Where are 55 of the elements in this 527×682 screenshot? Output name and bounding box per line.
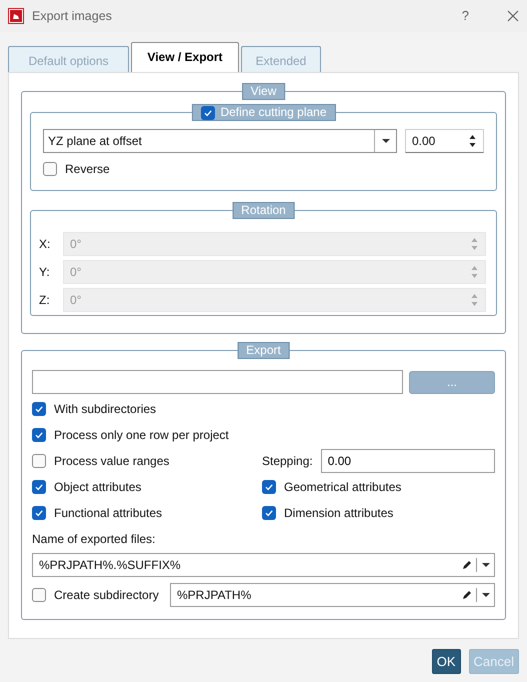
pencil-icon[interactable] xyxy=(462,590,472,600)
path-field[interactable] xyxy=(32,370,403,394)
group-legend: Export xyxy=(237,342,290,359)
checkmark-icon xyxy=(264,508,274,518)
filename-combobox[interactable]: %PRJPATH%.%SUFFIX% xyxy=(32,553,495,577)
axis-label: X: xyxy=(39,236,52,253)
checkbox[interactable] xyxy=(262,480,276,494)
axis-label: Y: xyxy=(39,264,51,281)
plane-dropdown[interactable]: YZ plane at offset xyxy=(43,129,397,153)
checkbox[interactable] xyxy=(32,506,46,520)
checkbox-label: Reverse xyxy=(65,161,110,178)
checkbox[interactable] xyxy=(32,428,46,442)
checkbox-label: Object attributes xyxy=(54,479,142,496)
checkbox-label: Geometrical attributes xyxy=(284,479,402,496)
help-button[interactable]: ? xyxy=(462,6,469,26)
window-title: Export images xyxy=(32,8,112,25)
dropdown-arrow-icon[interactable] xyxy=(480,562,490,568)
checkmark-icon xyxy=(34,508,44,518)
checkbox-label: Create subdirectory xyxy=(54,587,159,604)
pencil-icon[interactable] xyxy=(462,560,472,570)
checkmark-icon xyxy=(264,482,274,492)
checkmark-icon xyxy=(34,404,44,414)
app-icon xyxy=(8,8,24,24)
checkbox-label: Functional attributes xyxy=(54,505,162,522)
checkbox-label: Dimension attributes xyxy=(284,505,394,522)
axis-label: Z: xyxy=(39,292,51,309)
checkmark-icon xyxy=(34,482,44,492)
rotation-spinbox: 0° xyxy=(63,232,486,256)
checkbox[interactable] xyxy=(262,506,276,520)
checkbox[interactable] xyxy=(43,162,57,176)
checkmark-icon xyxy=(34,430,44,440)
rotation-spinbox: 0° xyxy=(63,260,486,284)
stepping-field[interactable]: 0.00 xyxy=(320,449,495,473)
checkbox-label: Process only one row per project xyxy=(54,427,229,444)
checkbox[interactable] xyxy=(32,454,46,468)
checkbox[interactable] xyxy=(32,402,46,416)
dropdown-arrow-icon[interactable] xyxy=(380,138,390,144)
checkbox[interactable] xyxy=(32,480,46,494)
checkbox[interactable] xyxy=(32,588,46,602)
field-label: Stepping: xyxy=(262,453,313,470)
subdirectory-combobox[interactable]: %PRJPATH% xyxy=(170,583,495,607)
group-legend: View xyxy=(242,83,286,100)
field-label: Name of exported files: xyxy=(32,531,156,548)
checkbox-label: Define cutting plane xyxy=(220,105,327,120)
ok-button[interactable]: OK xyxy=(432,649,461,674)
checkmark-icon xyxy=(202,108,212,118)
rotation-spinbox: 0° xyxy=(63,288,486,312)
dropdown-arrow-icon[interactable] xyxy=(480,592,490,598)
checkbox-label: Process value ranges xyxy=(54,453,170,470)
close-icon[interactable] xyxy=(507,10,519,22)
tab[interactable]: View / Export xyxy=(131,42,239,72)
checkbox[interactable] xyxy=(200,106,214,120)
group-legend: Rotation xyxy=(232,202,295,219)
checkbox-label: With subdirectories xyxy=(54,401,156,418)
offset-spinbox[interactable]: 0.00 xyxy=(405,129,484,153)
